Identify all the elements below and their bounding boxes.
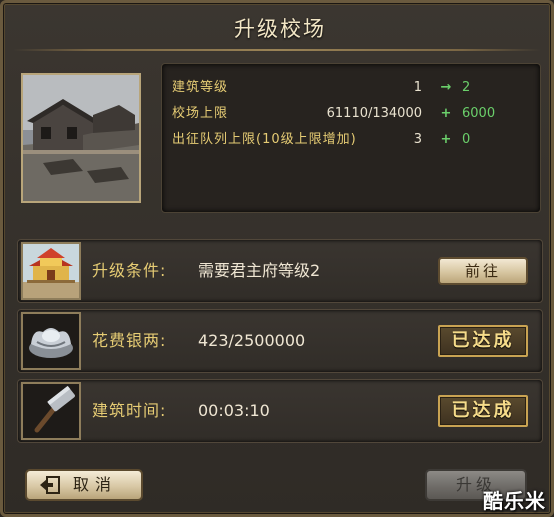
stat-row-capacity: 校场上限 61110/134000 + 6000 xyxy=(172,102,532,126)
plus-icon: + xyxy=(440,106,452,121)
stat-new-value: 2 xyxy=(462,80,471,95)
cancel-button[interactable]: 取消 xyxy=(25,469,143,501)
upgrade-stats-panel: 建筑等级 1 → 2 校场上限 61110/134000 + 6000 出征队列… xyxy=(161,63,541,213)
stat-current-value: 3 xyxy=(413,132,422,147)
training-ground-thumbnail xyxy=(21,73,141,203)
stat-new-value: 6000 xyxy=(462,106,496,121)
stat-current-value: 1 xyxy=(413,80,422,95)
title-divider xyxy=(13,49,541,51)
stat-label: 校场上限 xyxy=(172,106,229,121)
requirement-label: 建筑时间: xyxy=(92,401,167,420)
completed-badge: 已达成 xyxy=(438,325,528,357)
stat-label: 出征队列上限(10级上限增加) xyxy=(172,132,357,147)
requirement-value: 需要君主府等级2 xyxy=(198,261,321,280)
stat-row-march-queue: 出征队列上限(10级上限增加) 3 + 0 xyxy=(172,128,532,152)
arrow-right-icon: → xyxy=(440,80,452,95)
upgrade-dialog: 升级校场 建筑等级 1 → 2 校场上限 61110/134000 + 6000… xyxy=(0,0,554,517)
silver-ingot-icon xyxy=(21,312,81,370)
cancel-label: 取消 xyxy=(73,475,118,494)
stat-label: 建筑等级 xyxy=(172,80,229,95)
requirement-row-silver: 花费银两: 423/2500000 已达成 xyxy=(17,309,543,373)
completed-badge: 已达成 xyxy=(438,395,528,427)
building-info: 建筑等级 1 → 2 校场上限 61110/134000 + 6000 出征队列… xyxy=(17,63,543,215)
requirement-value: 423/2500000 xyxy=(198,331,306,350)
dialog-title: 升级校场 xyxy=(234,17,326,41)
requirement-row-build-time: 建筑时间: 00:03:10 已达成 xyxy=(17,379,543,443)
plus-icon: + xyxy=(440,132,452,147)
stat-current-value: 61110/134000 xyxy=(326,106,422,121)
stat-new-value: 0 xyxy=(462,132,471,147)
palace-icon xyxy=(21,242,81,300)
requirement-label: 花费银两: xyxy=(92,331,167,350)
exit-arrow-icon xyxy=(40,476,60,494)
hammer-icon xyxy=(21,382,81,440)
watermark-logo: 酷乐米 xyxy=(483,489,546,513)
requirement-row-condition: 升级条件: 需要君主府等级2 前往 xyxy=(17,239,543,303)
stat-row-building-level: 建筑等级 1 → 2 xyxy=(172,76,532,100)
requirement-label: 升级条件: xyxy=(92,261,167,280)
requirement-value: 00:03:10 xyxy=(198,401,270,420)
go-to-button[interactable]: 前往 xyxy=(438,257,528,285)
